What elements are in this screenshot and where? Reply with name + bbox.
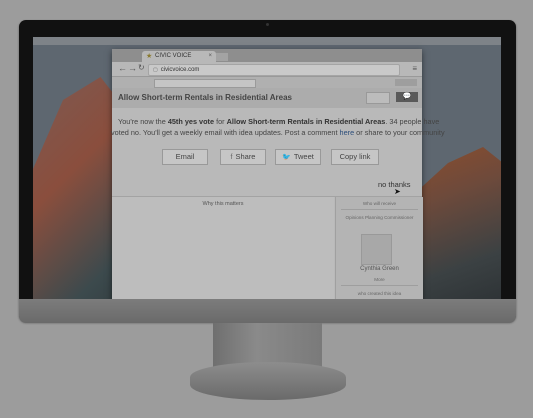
stand-foot: [190, 362, 346, 400]
recipient-sidebar: Who will receive Opinions Planning Commi…: [335, 197, 423, 299]
comment-icon: 💬: [402, 93, 412, 100]
monitor-chin: [19, 299, 516, 323]
divider: [341, 285, 418, 286]
vote-confirmation: You're now the 45th yes vote for Allow S…: [111, 117, 445, 137]
camera: [266, 23, 269, 26]
reload-icon[interactable]: ↻: [138, 63, 145, 72]
divider: [341, 209, 418, 210]
creator-heading: who created this idea: [357, 291, 402, 296]
tab-bar: ★ CIVIC VOICE ×: [112, 49, 422, 62]
recipient-heading: Who will receive: [362, 201, 397, 206]
tab-title: CIVIC VOICE: [155, 53, 192, 59]
mouse-cursor-icon: ➤: [394, 187, 401, 196]
header-button[interactable]: [395, 79, 417, 86]
url-field[interactable]: ▢ civicvoice.com: [148, 64, 400, 76]
share-button[interactable]: f Share: [220, 149, 266, 165]
site-search-input[interactable]: [154, 79, 256, 88]
address-bar-row: ← → ↻ ▢ civicvoice.com ≡: [112, 62, 422, 77]
recipient-role: Opinions Planning Commissioner: [345, 215, 414, 220]
email-button[interactable]: Email: [162, 149, 208, 165]
mountain-right: [413, 147, 501, 299]
forward-icon[interactable]: →: [128, 63, 137, 73]
idea-title-bar: Allow Short-term Rentals in Residential …: [112, 88, 422, 108]
browser-menu-icon[interactable]: ≡: [412, 64, 417, 73]
action-button[interactable]: [366, 92, 390, 104]
page-body: You're now the 45th yes vote for Allow S…: [111, 108, 445, 299]
comment-link[interactable]: here: [340, 128, 355, 137]
url-text: civicvoice.com: [160, 67, 200, 73]
why-title: Why this matters: [202, 201, 244, 207]
page-icon: ▢: [153, 67, 158, 73]
facebook-icon: f: [230, 154, 233, 161]
back-icon[interactable]: ←: [118, 63, 127, 73]
browser-tab[interactable]: ★ CIVIC VOICE ×: [142, 51, 216, 62]
recipient-avatar: [361, 234, 392, 265]
tweet-button[interactable]: 🐦 Tweet: [275, 149, 321, 165]
menu-bar: [33, 37, 501, 45]
browser-window: ★ CIVIC VOICE × ← → ↻ ▢ civicvoice.com ≡ …: [111, 49, 445, 299]
close-tab-icon[interactable]: ×: [208, 51, 212, 62]
recipient-name: Cynthia Green: [360, 266, 399, 272]
screen: ★ CIVIC VOICE × ← → ↻ ▢ civicvoice.com ≡ …: [33, 37, 501, 299]
star-icon: ★: [146, 53, 153, 60]
twitter-icon: 🐦: [282, 154, 291, 161]
more-link[interactable]: More: [336, 277, 423, 282]
why-section: Why this matters: [112, 197, 334, 299]
comment-button[interactable]: 💬: [396, 92, 418, 102]
page-title: Allow Short-term Rentals in Residential …: [118, 93, 292, 102]
copy-link-button[interactable]: Copy link: [331, 149, 379, 165]
new-tab-button[interactable]: [216, 53, 228, 61]
